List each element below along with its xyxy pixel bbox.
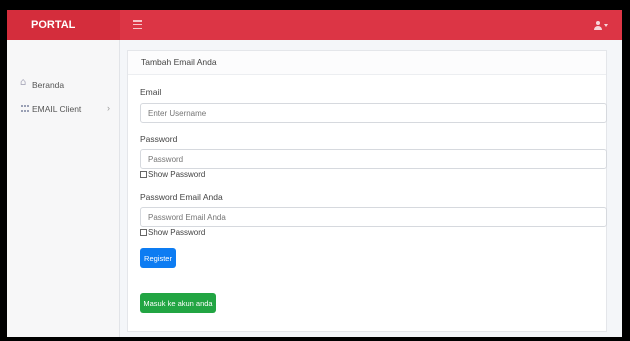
card-title: Tambah Email Anda	[128, 51, 606, 75]
sidebar-item-label: EMAIL Client	[32, 104, 82, 114]
login-button[interactable]: Masuk ke akun anda	[140, 293, 216, 313]
user-icon	[594, 20, 602, 31]
email-password-input[interactable]	[140, 207, 607, 227]
sidebar-item-beranda[interactable]: Beranda	[7, 76, 120, 94]
sidebar-item-label: Beranda	[32, 80, 65, 90]
caret-down-icon	[604, 24, 608, 27]
email-form-card: Tambah Email Anda Email Password Show Pa…	[127, 50, 607, 332]
email-label: Email	[140, 87, 162, 97]
email-password-label: Password Email Anda	[140, 192, 223, 202]
password-label: Password	[140, 134, 178, 144]
chevron-right-icon: ›	[107, 103, 110, 113]
checkbox[interactable]	[140, 229, 147, 236]
checkbox-label: Show Password	[148, 228, 206, 237]
app-window: PORTAL Beranda EMAIL Client › Tambah Ema…	[7, 10, 622, 337]
home-icon	[20, 77, 29, 89]
register-button[interactable]: Register	[140, 248, 176, 268]
top-navbar: PORTAL	[7, 10, 622, 40]
show-password-checkbox[interactable]: Show Password	[140, 170, 205, 179]
user-menu-button[interactable]	[594, 18, 608, 32]
checkbox[interactable]	[140, 171, 147, 178]
checkbox-label: Show Password	[148, 170, 206, 179]
sidebar-item-email-client[interactable]: EMAIL Client ›	[7, 100, 120, 118]
brand-logo[interactable]: PORTAL	[7, 10, 120, 40]
grid-icon	[21, 105, 29, 113]
password-input[interactable]	[140, 149, 607, 169]
email-input[interactable]	[140, 103, 607, 123]
sidebar: Beranda EMAIL Client ›	[7, 40, 120, 337]
menu-toggle-icon[interactable]	[133, 20, 142, 29]
show-email-password-checkbox[interactable]: Show Password	[140, 228, 205, 237]
